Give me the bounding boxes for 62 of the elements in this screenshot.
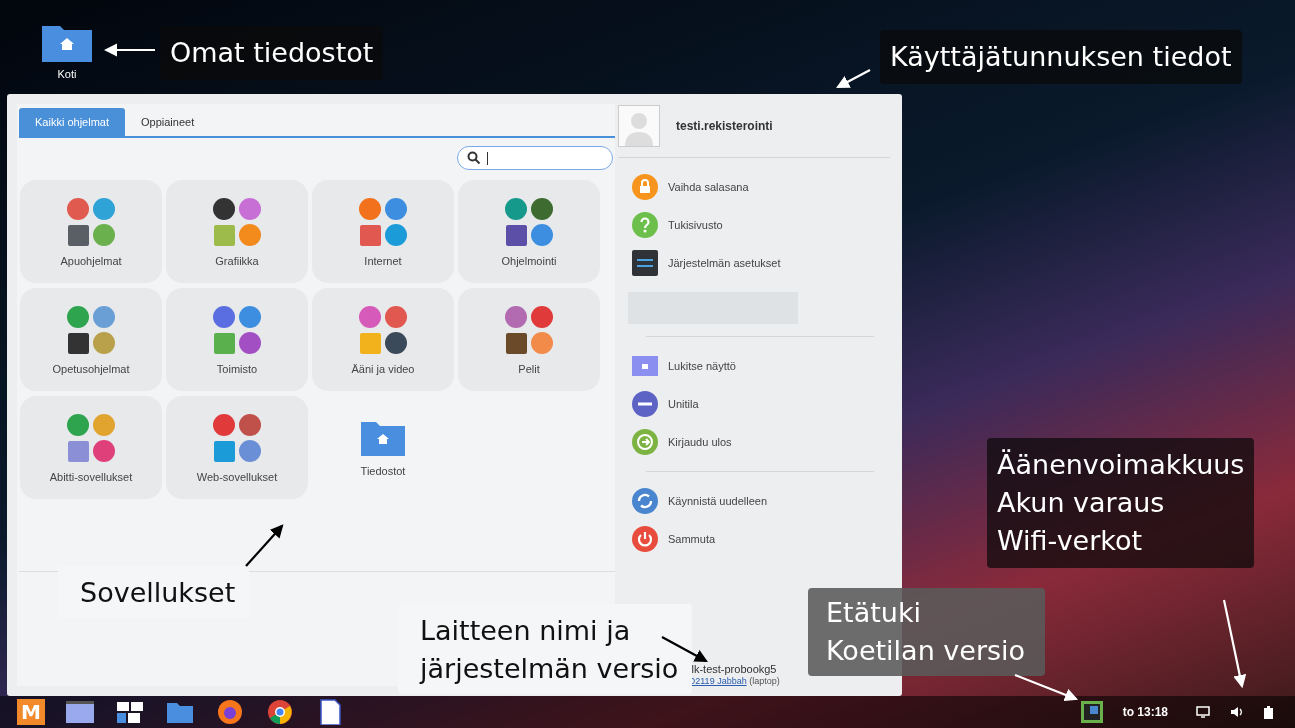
- help-icon: [632, 212, 658, 238]
- category-tile[interactable]: Pelit: [458, 288, 600, 391]
- menu-action[interactable]: Vaihda salasana: [632, 174, 884, 200]
- version-link[interactable]: O2119 Jabbah: [688, 676, 747, 686]
- device-name: lk-test-probookg5: [691, 663, 777, 675]
- app-icons-drawing: [212, 304, 262, 355]
- battery-icon[interactable]: [1264, 705, 1273, 719]
- app-icons-drawing: [504, 304, 554, 355]
- menu-action[interactable]: Tukisivusto: [632, 212, 884, 238]
- app-icons-drawing: [66, 196, 116, 247]
- menu-action[interactable]: Järjestelmän asetukset: [632, 250, 884, 276]
- menu-tab[interactable]: Oppiaineet: [125, 108, 211, 136]
- menu-action[interactable]: Unitila: [632, 391, 884, 417]
- arrow: [1014, 673, 1079, 702]
- category-tile[interactable]: Web-sovellukset: [166, 396, 308, 499]
- remote-support-icon[interactable]: [1080, 701, 1103, 723]
- category-tile[interactable]: Internet: [312, 180, 454, 283]
- app-icons-drawing: [212, 412, 262, 463]
- annotation-callout: Omat tiedostot: [160, 26, 384, 80]
- annotation-callout: Etätuki Koetilan versio: [808, 588, 1046, 676]
- annotation-callout: Käyttäjätunnuksen tiedot: [880, 30, 1242, 84]
- volume-icon[interactable]: [1230, 706, 1244, 718]
- category-tile[interactable]: Abitti-sovellukset: [20, 396, 162, 499]
- app-icons-drawing: [212, 196, 262, 247]
- category-tile[interactable]: Toimisto: [166, 288, 308, 391]
- category-tile[interactable]: Opetusohjelmat: [20, 288, 162, 391]
- username: testi.rekisterointi: [676, 119, 773, 133]
- menu-action[interactable]: Käynnistä uudelleen: [632, 488, 884, 514]
- category-tile[interactable]: Grafiikka: [166, 180, 308, 283]
- app-icons-drawing: [504, 196, 554, 247]
- screen-icon[interactable]: [65, 699, 95, 725]
- folder-tile[interactable]: Tiedostot: [312, 396, 454, 499]
- search-icon: [467, 151, 481, 165]
- logout-icon: [632, 429, 658, 455]
- app-icons-drawing: [358, 196, 408, 247]
- lockscreen-icon: [632, 353, 658, 379]
- search-field[interactable]: [457, 146, 613, 170]
- arrow: [245, 524, 284, 567]
- clock[interactable]: to 13:18: [1122, 705, 1168, 719]
- home-folder-shortcut[interactable]: Koti: [40, 22, 94, 80]
- sleep-icon: [632, 391, 658, 417]
- chrome-icon[interactable]: [265, 699, 295, 725]
- avatar-silhouette: [618, 105, 660, 147]
- power-icon: [632, 526, 658, 552]
- display-icon[interactable]: [1196, 706, 1210, 718]
- app-icons-drawing: [66, 412, 116, 463]
- menu-action[interactable]: Sammuta: [632, 526, 884, 552]
- app-icons-drawing: [66, 304, 116, 355]
- menu-action[interactable]: Lukitse näyttö: [632, 353, 884, 379]
- settings-icon: [632, 250, 658, 276]
- category-tile[interactable]: Ohjelmointi: [458, 180, 600, 283]
- windows-icon[interactable]: [115, 699, 145, 725]
- annotation-callout: Äänenvoimakkuus Akun varaus Wifi-verkot: [987, 438, 1255, 568]
- password-icon: [632, 174, 658, 200]
- app-icons-drawing: [358, 304, 408, 355]
- arrow: [836, 69, 871, 89]
- device-type: (laptop): [749, 676, 780, 686]
- restart-icon: [632, 488, 658, 514]
- menu-action[interactable]: Kirjaudu ulos: [632, 429, 884, 455]
- category-tile[interactable]: Apuohjelmat: [20, 180, 162, 283]
- category-tile[interactable]: Ääni ja video: [312, 288, 454, 391]
- arrow: [103, 43, 155, 57]
